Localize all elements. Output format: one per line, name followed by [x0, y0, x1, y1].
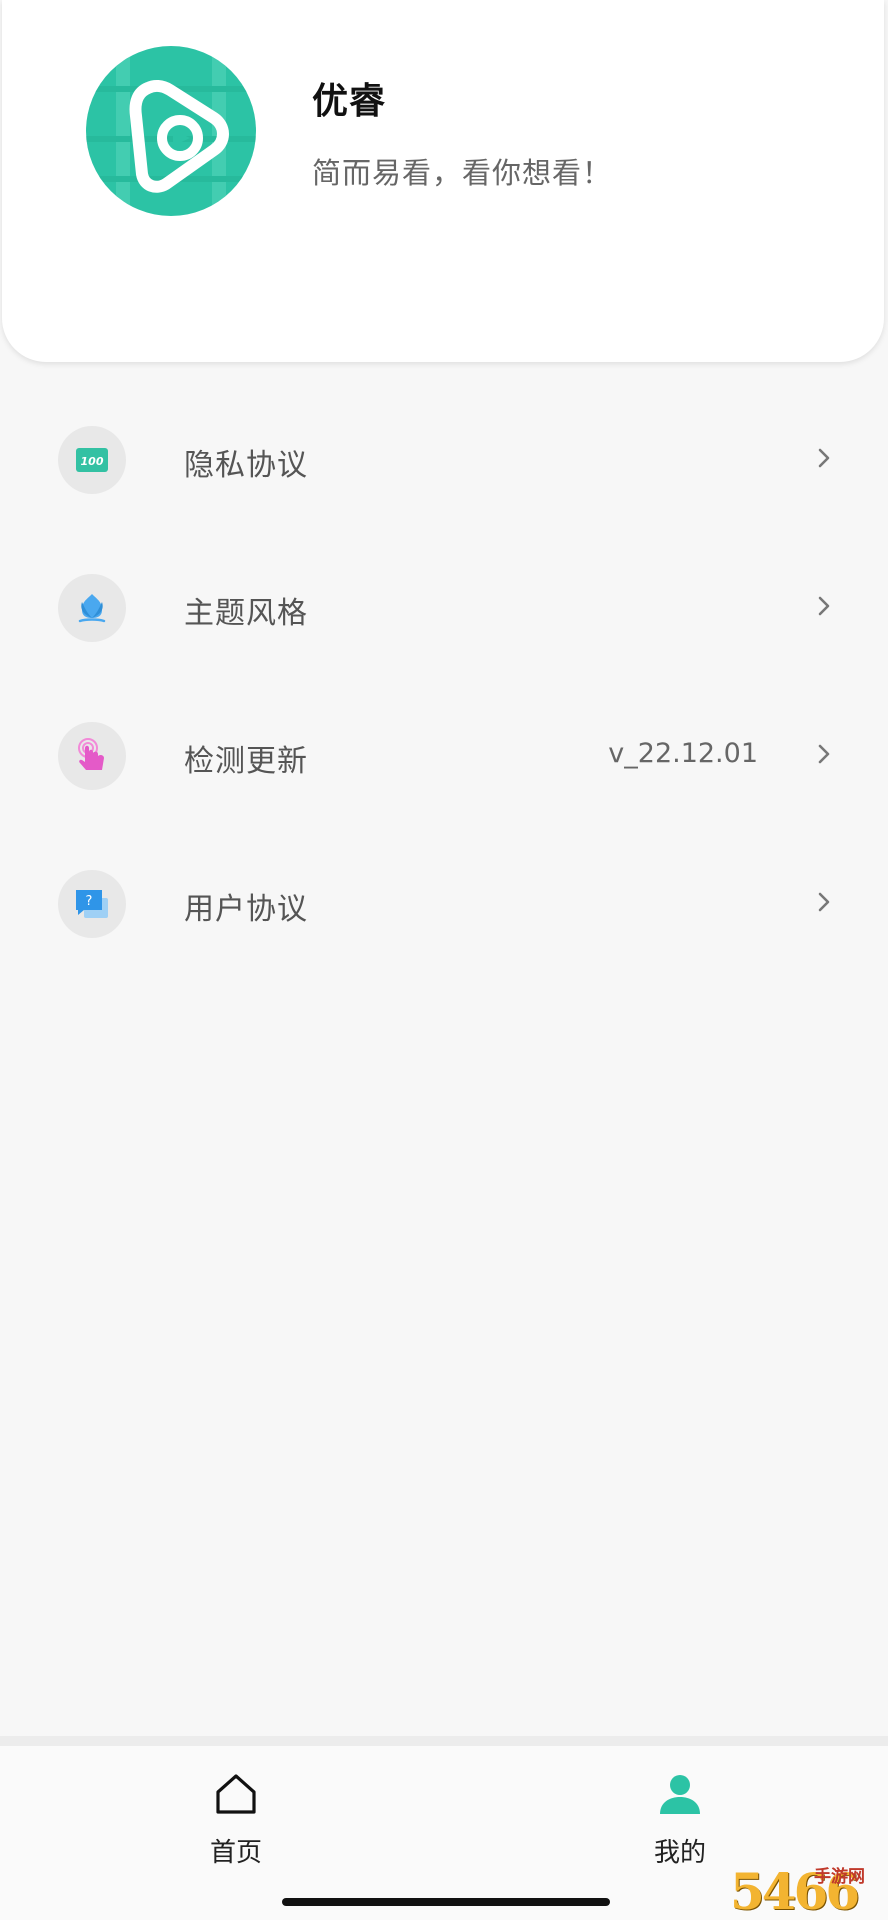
chevron-right-icon — [818, 892, 830, 912]
svg-text:100: 100 — [81, 455, 104, 468]
watermark-logo: 5466 手游网 — [730, 1862, 888, 1920]
tap-hand-icon — [78, 738, 104, 770]
score-100-icon: 100 — [76, 448, 108, 472]
tab-home-label: 首页 — [209, 1838, 262, 1868]
svg-text:?: ? — [86, 894, 93, 909]
app-name: 优睿 — [312, 81, 387, 122]
home-icon — [216, 1774, 256, 1814]
video-play-logo-icon — [86, 46, 256, 216]
menu-item-label: 隐私协议 — [184, 448, 308, 483]
profile-screen: 优睿 简而易看，看你想看！ 100 隐私协议 主题风格 检测更新 v_22.12… — [0, 0, 888, 1920]
bottom-nav-divider — [0, 1736, 888, 1746]
version-value: v_22.12.01 — [608, 738, 758, 769]
menu-item-theme-style[interactable]: 主题风格 — [0, 548, 888, 668]
chevron-right-icon — [818, 744, 830, 764]
menu-item-check-update[interactable]: 检测更新 v_22.12.01 — [0, 696, 888, 816]
chevron-right-icon — [818, 596, 830, 616]
menu-item-label: 用户协议 — [184, 892, 308, 927]
watermark-text: 手游网 — [814, 1867, 865, 1887]
tab-home[interactable]: 首页 — [156, 1770, 316, 1880]
menu-icon-container — [58, 722, 126, 790]
menu-item-label: 主题风格 — [184, 596, 308, 631]
menu-item-label: 检测更新 — [184, 744, 308, 779]
home-indicator[interactable] — [282, 1898, 610, 1906]
user-icon — [660, 1775, 700, 1814]
menu-icon-container: 100 — [58, 426, 126, 494]
menu-item-user-agreement[interactable]: ? 用户协议 — [0, 844, 888, 964]
menu-icon-container — [58, 574, 126, 642]
question-chat-icon: ? — [76, 890, 108, 918]
chevron-right-icon — [818, 448, 830, 468]
tulip-icon — [78, 594, 106, 623]
app-info-card: 优睿 简而易看，看你想看！ — [2, 0, 884, 362]
app-slogan: 简而易看，看你想看！ — [312, 156, 613, 190]
menu-item-privacy-policy[interactable]: 100 隐私协议 — [0, 400, 888, 520]
menu-icon-container: ? — [58, 870, 126, 938]
